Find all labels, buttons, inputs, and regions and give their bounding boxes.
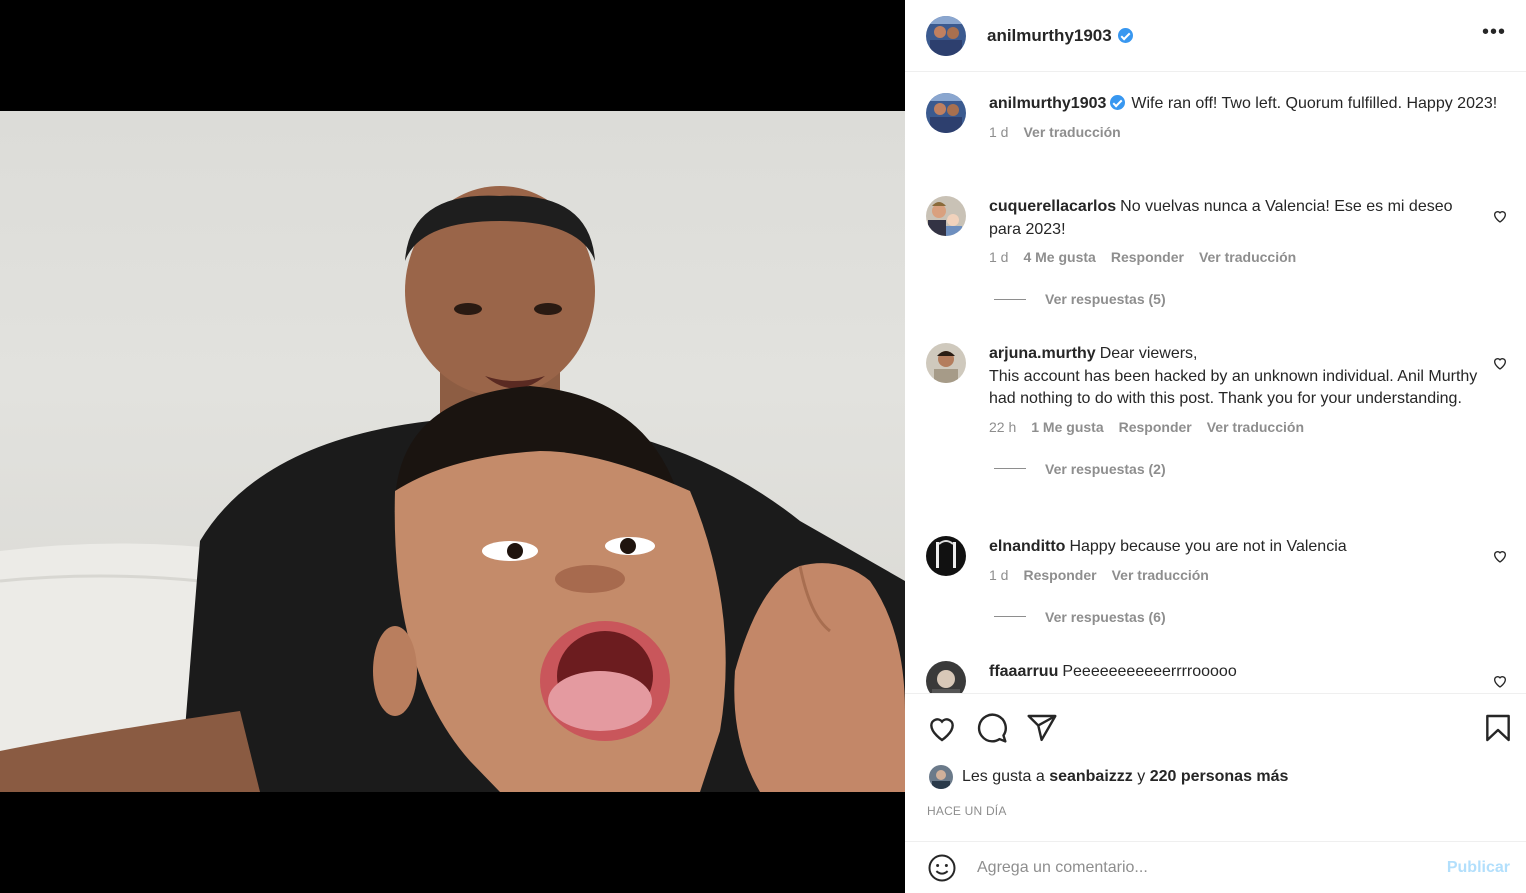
comment-time: 1 d: [989, 249, 1009, 265]
commenter-avatar[interactable]: [926, 661, 966, 693]
caption-time: 1 d: [989, 123, 1009, 140]
post-details-panel: anilmurthy1903 ••• anilmurthy1903 Wife ra…: [905, 0, 1526, 893]
comment-time: 22 h: [989, 418, 1017, 435]
view-replies-label: Ver respuestas (5): [1045, 291, 1166, 307]
comment-username[interactable]: elnanditto: [989, 538, 1065, 555]
author-avatar[interactable]: [926, 93, 966, 133]
heart-icon[interactable]: [1492, 548, 1508, 564]
comment-text: Dear viewers,: [1099, 345, 1198, 362]
comments-list[interactable]: anilmurthy1903 Wife ran off! Two left. Qu…: [905, 73, 1526, 693]
comment-meta: 1 d Responder Ver traducción: [989, 567, 1506, 583]
comment-item: cuquerellacarlos No vuelvas nunca a Valen…: [926, 196, 1508, 307]
view-replies-button[interactable]: Ver respuestas (2): [994, 461, 1506, 477]
commenter-avatar[interactable]: [926, 343, 966, 383]
post-photo: [0, 111, 905, 792]
translate-link[interactable]: Ver traducción: [1199, 249, 1296, 265]
comment-item: elnanditto Happy because you are not in V…: [926, 536, 1508, 625]
paper-plane-icon[interactable]: [1026, 712, 1058, 744]
author-username[interactable]: anilmurthy1903: [987, 26, 1112, 46]
comment-item: ffaaarruu Peeeeeeeeeeerrrrooooo: [926, 661, 1507, 693]
likes-summary: Les gusta a seanbaizzz y 220 personas má…: [929, 765, 1288, 789]
comment-text-continued: This account has been hacked by an unkno…: [989, 367, 1478, 408]
liker-username[interactable]: seanbaizzz: [1049, 768, 1133, 786]
comment-item: arjuna.murthy Dear viewers, This account …: [926, 343, 1508, 477]
post-timestamp: HACE UN DÍA: [927, 804, 1007, 818]
comment-likes-count[interactable]: 1 Me gusta: [1031, 419, 1103, 435]
caption-meta: 1 d Ver traducción: [989, 124, 1506, 140]
heart-icon[interactable]: [1492, 673, 1508, 689]
replies-divider: [994, 298, 1026, 300]
comment-username[interactable]: ffaaarruu: [989, 663, 1058, 680]
post-caption: anilmurthy1903 Wife ran off! Two left. Qu…: [926, 93, 1506, 140]
caption-username[interactable]: anilmurthy1903: [989, 95, 1106, 112]
commenter-avatar[interactable]: [926, 536, 966, 576]
heart-icon[interactable]: [926, 712, 958, 744]
heart-icon[interactable]: [1492, 208, 1508, 224]
comment-likes-count[interactable]: 4 Me gusta: [1023, 249, 1095, 265]
reply-link[interactable]: Responder: [1111, 249, 1184, 265]
author-avatar[interactable]: [926, 15, 966, 56]
comment-input[interactable]: [977, 858, 1427, 877]
likes-others-link[interactable]: 220 personas más: [1150, 768, 1289, 786]
commenter-avatar[interactable]: [926, 196, 966, 236]
translate-link[interactable]: Ver traducción: [1207, 419, 1304, 435]
comment-username[interactable]: cuquerellacarlos: [989, 198, 1116, 215]
comment-meta: 1 d 4 Me gusta Responder Ver traducción: [989, 249, 1506, 265]
likes-prefix: Les gusta a: [962, 768, 1045, 785]
heart-icon[interactable]: [1492, 355, 1508, 371]
view-replies-label: Ver respuestas (2): [1045, 460, 1166, 477]
view-replies-button[interactable]: Ver respuestas (5): [994, 291, 1506, 307]
comment-username[interactable]: arjuna.murthy: [989, 345, 1096, 362]
comment-text: Happy because you are not in Valencia: [1069, 538, 1347, 555]
reply-link[interactable]: Responder: [1119, 419, 1192, 435]
comment-meta: 22 h 1 Me gusta Responder Ver traducción: [989, 419, 1506, 435]
caption-text: Wife ran off! Two left. Quorum fulfilled…: [1131, 95, 1498, 112]
replies-divider: [994, 616, 1026, 617]
comment-bubble-icon[interactable]: [976, 712, 1008, 744]
post-actions-bar: [905, 693, 1526, 763]
bookmark-icon[interactable]: [1482, 712, 1514, 744]
replies-divider: [994, 468, 1026, 469]
reply-link[interactable]: Responder: [1023, 567, 1096, 583]
selfie-illustration: [0, 186, 905, 792]
post-media: [0, 0, 905, 893]
comment-time: 1 d: [989, 566, 1009, 583]
liker-avatar[interactable]: [929, 765, 953, 789]
view-replies-button[interactable]: Ver respuestas (6): [994, 609, 1506, 625]
view-replies-label: Ver respuestas (6): [1045, 608, 1166, 625]
add-comment-bar: Publicar: [905, 841, 1526, 893]
likes-conjunction: y: [1137, 768, 1146, 785]
publish-button[interactable]: Publicar: [1447, 859, 1510, 877]
more-options-icon[interactable]: •••: [1482, 22, 1506, 50]
caption-translate-link[interactable]: Ver traducción: [1023, 124, 1120, 140]
verified-badge-icon: [1117, 28, 1133, 43]
emoji-icon[interactable]: [927, 853, 957, 883]
comment-text: Peeeeeeeeeeerrrrooooo: [1062, 663, 1237, 680]
translate-link[interactable]: Ver traducción: [1112, 567, 1209, 583]
post-header: anilmurthy1903 •••: [905, 0, 1526, 72]
verified-badge-icon: [1110, 95, 1126, 110]
